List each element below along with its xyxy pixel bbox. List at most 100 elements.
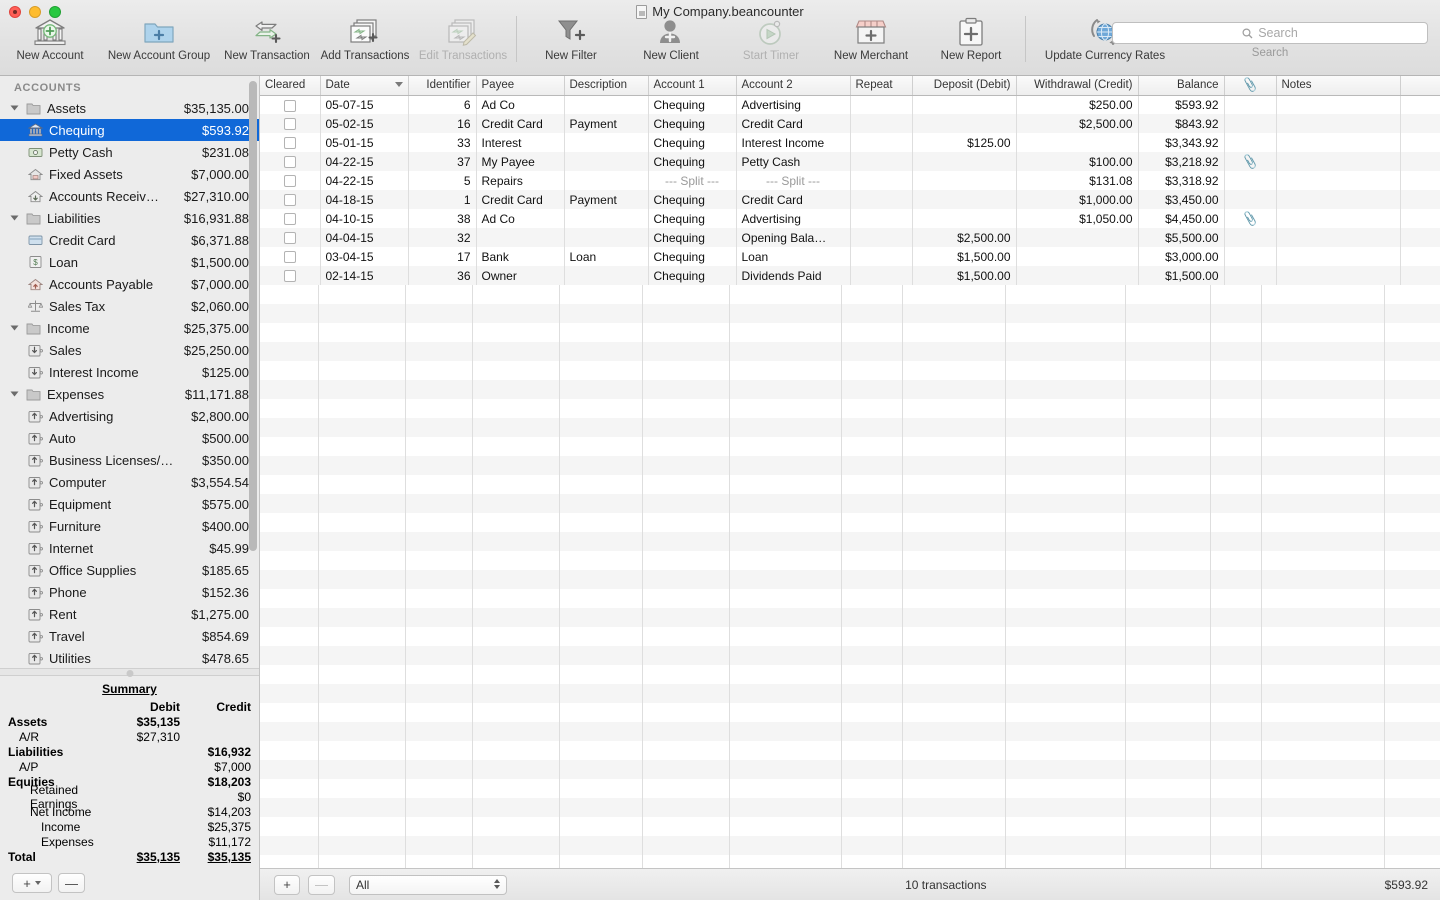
cell-cleared[interactable] — [260, 228, 321, 247]
cleared-checkbox[interactable] — [283, 137, 296, 150]
account-row-expenses[interactable]: Expenses $11,171.88 — [0, 383, 259, 405]
cleared-checkbox[interactable] — [283, 99, 296, 112]
table-row[interactable]: 05-07-15 6 Ad Co Chequing Advertising $250.00… — [260, 95, 1440, 114]
cell-description[interactable] — [564, 152, 649, 171]
cell-description[interactable]: Loan — [564, 247, 649, 266]
accounts-scroll-area[interactable]: ACCOUNTS Assets $35,135.00 Chequing $593… — [0, 76, 259, 668]
cell-notes[interactable] — [1276, 190, 1401, 209]
column-header-account2[interactable]: Account 2 — [736, 76, 851, 96]
cell-date[interactable]: 03-04-15 — [320, 247, 409, 266]
splitter-handle-icon[interactable] — [126, 670, 133, 677]
toolbar-button-new-transaction[interactable]: New Transaction — [218, 16, 316, 62]
cell-balance[interactable]: $3,218.92 — [1138, 152, 1225, 171]
account-row-accounts-receiv-[interactable]: Accounts Receiv… $27,310.00 — [0, 185, 259, 207]
cell-cleared[interactable] — [260, 247, 321, 266]
table-row[interactable]: 04-22-15 5 Repairs --- Split --- --- Split -… — [260, 171, 1440, 190]
cell-deposit[interactable] — [912, 95, 1017, 114]
account-row-advertising[interactable]: Advertising $2,800.00 — [0, 405, 259, 427]
account-row-assets[interactable]: Assets $35,135.00 — [0, 97, 259, 119]
cell-balance[interactable]: $5,500.00 — [1138, 228, 1225, 247]
cell-extra[interactable] — [1400, 152, 1440, 171]
disclosure-triangle-icon[interactable] — [6, 104, 22, 112]
disclosure-triangle-icon[interactable] — [6, 324, 22, 332]
cell-account2[interactable]: Interest Income — [736, 133, 851, 152]
account-row-rent[interactable]: Rent $1,275.00 — [0, 603, 259, 625]
account-row-utilities[interactable]: Utilities $478.65 — [0, 647, 259, 668]
cell-account2[interactable]: Petty Cash — [736, 152, 851, 171]
cleared-checkbox[interactable] — [283, 118, 296, 131]
account-row-phone[interactable]: Phone $152.36 — [0, 581, 259, 603]
account-row-credit-card[interactable]: Credit Card $6,371.88 — [0, 229, 259, 251]
cell-identifier[interactable]: 17 — [408, 247, 477, 266]
column-header-balance[interactable]: Balance — [1138, 76, 1225, 96]
column-header-attachment[interactable]: 📎 — [1224, 76, 1277, 96]
toolbar-button-new-merchant[interactable]: New Merchant — [821, 16, 921, 62]
account-row-accounts-payable[interactable]: Accounts Payable $7,000.00 — [0, 273, 259, 295]
cell-deposit[interactable]: $2,500.00 — [912, 228, 1017, 247]
cell-cleared[interactable] — [260, 209, 321, 228]
cell-repeat[interactable] — [850, 95, 913, 114]
cell-repeat[interactable] — [850, 114, 913, 133]
cell-payee[interactable]: Repairs — [476, 171, 565, 190]
cell-date[interactable]: 04-22-15 — [320, 171, 409, 190]
cell-extra[interactable] — [1400, 247, 1440, 266]
cell-account1[interactable]: Chequing — [648, 95, 737, 114]
cell-description[interactable]: Payment — [564, 114, 649, 133]
cell-account1[interactable]: Chequing — [648, 114, 737, 133]
cell-deposit[interactable] — [912, 190, 1017, 209]
account-row-travel[interactable]: Travel $854.69 — [0, 625, 259, 647]
cell-cleared[interactable] — [260, 133, 321, 152]
account-row-liabilities[interactable]: Liabilities $16,931.88 — [0, 207, 259, 229]
cell-identifier[interactable]: 38 — [408, 209, 477, 228]
cell-attachment[interactable]: 📎 — [1224, 152, 1277, 171]
cell-date[interactable]: 02-14-15 — [320, 266, 409, 285]
account-row-internet[interactable]: Internet $45.99 — [0, 537, 259, 559]
toolbar-button-new-account-group[interactable]: New Account Group — [100, 16, 218, 62]
cell-notes[interactable] — [1276, 152, 1401, 171]
column-header-date[interactable]: Date — [320, 76, 409, 96]
cell-identifier[interactable]: 1 — [408, 190, 477, 209]
cell-account2[interactable]: Loan — [736, 247, 851, 266]
cell-notes[interactable] — [1276, 228, 1401, 247]
toolbar-button-add-transactions[interactable]: Add Transactions — [316, 16, 414, 62]
table-row[interactable]: 04-22-15 37 My Payee Chequing Petty Cash $100… — [260, 152, 1440, 171]
account-row-income[interactable]: Income $25,375.00 — [0, 317, 259, 339]
account-row-furniture[interactable]: Furniture $400.00 — [0, 515, 259, 537]
cell-repeat[interactable] — [850, 190, 913, 209]
cleared-checkbox[interactable] — [283, 232, 296, 245]
cell-account2[interactable]: --- Split --- — [736, 171, 851, 190]
cell-repeat[interactable] — [850, 171, 913, 190]
cleared-checkbox[interactable] — [283, 194, 296, 207]
cell-deposit[interactable] — [912, 114, 1017, 133]
cell-account1[interactable]: --- Split --- — [648, 171, 737, 190]
cell-cleared[interactable] — [260, 190, 321, 209]
cell-description[interactable] — [564, 266, 649, 285]
cleared-checkbox[interactable] — [283, 213, 296, 226]
column-header-deposit[interactable]: Deposit (Debit) — [912, 76, 1017, 96]
cell-extra[interactable] — [1400, 209, 1440, 228]
account-row-loan[interactable]: $ Loan $1,500.00 — [0, 251, 259, 273]
column-header-repeat[interactable]: Repeat — [850, 76, 913, 96]
cell-payee[interactable]: Interest — [476, 133, 565, 152]
account-row-petty-cash[interactable]: Petty Cash $231.08 — [0, 141, 259, 163]
column-header-description[interactable]: Description — [564, 76, 649, 96]
cell-date[interactable]: 04-04-15 — [320, 228, 409, 247]
cell-account1[interactable]: Chequing — [648, 133, 737, 152]
cell-identifier[interactable]: 5 — [408, 171, 477, 190]
disclosure-triangle-icon[interactable] — [6, 390, 22, 398]
sidebar-splitter[interactable] — [0, 668, 259, 677]
table-row[interactable]: 05-01-15 33 Interest Chequing Interest Incom… — [260, 133, 1440, 152]
cell-deposit[interactable] — [912, 209, 1017, 228]
cell-extra[interactable] — [1400, 266, 1440, 285]
cell-date[interactable]: 05-01-15 — [320, 133, 409, 152]
cell-date[interactable]: 05-07-15 — [320, 95, 409, 114]
cell-repeat[interactable] — [850, 228, 913, 247]
cell-date[interactable]: 04-18-15 — [320, 190, 409, 209]
cell-notes[interactable] — [1276, 247, 1401, 266]
cell-account2[interactable]: Opening Bala… — [736, 228, 851, 247]
cell-repeat[interactable] — [850, 152, 913, 171]
cell-identifier[interactable]: 16 — [408, 114, 477, 133]
cell-withdrawal[interactable] — [1016, 228, 1139, 247]
cell-cleared[interactable] — [260, 114, 321, 133]
cell-account1[interactable]: Chequing — [648, 247, 737, 266]
